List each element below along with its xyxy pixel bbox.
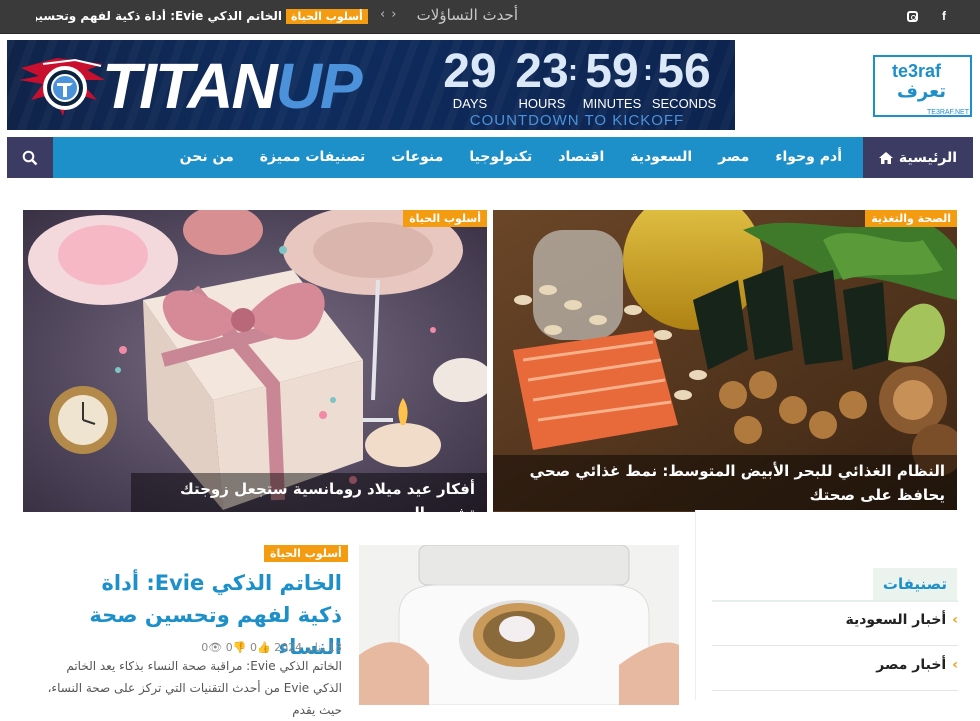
gift-image	[23, 210, 487, 512]
category-badge[interactable]: أسلوب الحياة	[403, 210, 487, 227]
ticker-category-badge[interactable]: أسلوب الحياة	[286, 9, 368, 24]
nav-item-economy[interactable]: اقتصاد	[545, 137, 617, 178]
titanup-wordmark: TITANUP	[102, 50, 363, 122]
sidebar-heading: تصنيفات	[873, 568, 957, 600]
nav-item-about[interactable]: من نحن	[167, 137, 247, 178]
countdown-hours: 23 HOURS	[515, 45, 569, 112]
nav-item-saudi[interactable]: السعودية	[617, 137, 705, 178]
chevron-left-icon: ‹	[952, 612, 958, 628]
instagram-icon[interactable]	[907, 11, 918, 22]
main-nav: الرئيسية أدم وحواء مصر السعودية اقتصاد ت…	[7, 137, 973, 178]
smart-ring-image	[359, 545, 679, 705]
sidebar-item-egypt-news[interactable]: أخبار مصر ‹	[876, 657, 958, 673]
ticker-headline-link[interactable]: الخاتم الذكي Evie: أداة ذكية لفهم وتحسين…	[36, 9, 282, 23]
article-image[interactable]	[359, 545, 679, 705]
sidebar-item-saudi-news[interactable]: أخبار السعودية ‹	[846, 612, 959, 628]
article-excerpt: الخاتم الذكي Evie: مراقبة صحة النساء بذك…	[47, 659, 342, 717]
prev-arrow-icon[interactable]: ‹	[380, 7, 391, 22]
featured-card-mediterranean[interactable]: الصحة والتغذية النظام الغذائي للبحر الأب…	[493, 210, 957, 512]
sidebar-divider	[712, 645, 958, 646]
views-icon: 👁	[208, 641, 223, 654]
dislike-icon[interactable]: 👎	[233, 641, 247, 654]
facebook-icon[interactable]: f	[942, 9, 946, 23]
category-badge[interactable]: الصحة والتغذية	[865, 210, 957, 227]
like-icon[interactable]: 👍	[257, 641, 271, 654]
next-arrow-icon[interactable]: ›	[391, 7, 402, 22]
like-count: 0	[249, 641, 257, 654]
nav-menu: أدم وحواء مصر السعودية اقتصاد تكنولوجيا …	[167, 137, 855, 178]
titanup-countdown-banner[interactable]: TITANUP 29 DAYS 23 HOURS : 59 MINUTES : 56 S…	[7, 40, 735, 130]
site-logo[interactable]: te3raf تعرف TE3RAF.NET	[873, 55, 972, 117]
dislike-count: 0	[225, 641, 233, 654]
search-button[interactable]	[7, 137, 53, 178]
countdown-days: 29 DAYS	[443, 45, 497, 112]
featured-card-birthday[interactable]: أسلوب الحياة أفكار عيد ميلاد رومانسية ست…	[23, 210, 487, 512]
article-date: 13 يناير 2024	[274, 641, 342, 654]
home-icon	[878, 151, 893, 164]
titans-logo-icon	[19, 58, 105, 116]
top-bar: f أحدث التساؤلات ‹› أسلوب الحياة الخاتم …	[0, 0, 980, 34]
nav-item-featured-categories[interactable]: تصنيفات مميزة	[247, 137, 379, 178]
article-category-badge[interactable]: أسلوب الحياة	[264, 545, 348, 562]
article-meta: 13 يناير 2024 👍0 👎0 👁0	[150, 641, 342, 654]
countdown-seconds: 56 SECONDS	[651, 45, 717, 112]
sidebar-divider	[712, 690, 958, 691]
search-icon	[22, 150, 38, 166]
countdown-subtitle: COUNTDOWN TO KICKOFF	[469, 112, 685, 129]
latest-questions-label: أحدث التساؤلات	[416, 6, 518, 24]
chevron-left-icon: ‹	[952, 657, 958, 673]
nav-item-technology[interactable]: تكنولوجيا	[456, 137, 545, 178]
featured-title[interactable]: النظام الغذائي للبحر الأبيض المتوسط: نمط…	[493, 455, 957, 511]
sidebar-heading-underline	[712, 600, 958, 602]
countdown-minutes: 59 MINUTES	[582, 45, 642, 112]
featured-title[interactable]: أفكار عيد ميلاد رومانسية ستجعل زوجتك تشع…	[131, 473, 487, 512]
nav-item-misc[interactable]: منوعات	[378, 137, 456, 178]
nav-item-egypt[interactable]: مصر	[705, 137, 762, 178]
nav-item-adam-hawaa[interactable]: أدم وحواء	[762, 137, 855, 178]
ticker-arrows[interactable]: ‹›	[380, 7, 402, 22]
nav-home[interactable]: الرئيسية	[863, 137, 973, 178]
